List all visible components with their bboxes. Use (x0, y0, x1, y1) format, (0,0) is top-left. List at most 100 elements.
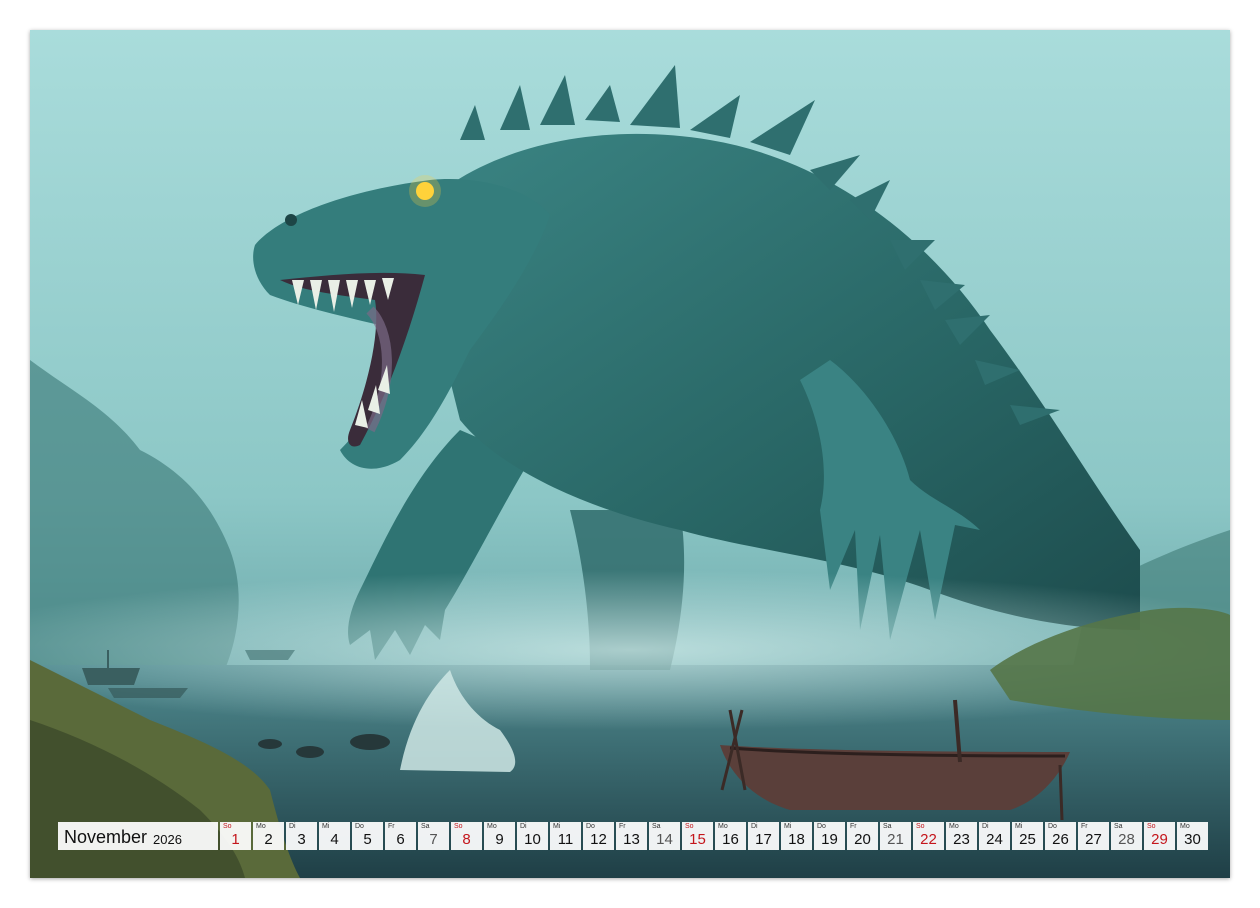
day-number: 28 (1118, 831, 1135, 848)
calendar-page: November 2026 So 1 Mo 2 Di 3 Mi 4 Do 5 Fr 6 Sa 7 So 8 Mo… (0, 0, 1260, 908)
day-number: 7 (429, 831, 438, 848)
month-label: November 2026 (58, 822, 218, 850)
weekday-label: Mi (784, 823, 792, 830)
day-cell: Do 19 (814, 822, 845, 850)
day-number: 20 (854, 831, 871, 848)
weekday-label: Sa (1114, 823, 1123, 830)
weekday-label: Do (817, 823, 826, 830)
day-number: 5 (363, 831, 372, 848)
photo-illustration (30, 30, 1230, 878)
day-number: 18 (788, 831, 805, 848)
weekday-label: Fr (619, 823, 626, 830)
rock (350, 734, 390, 750)
weekday-label: Do (355, 823, 364, 830)
day-cell: Mo 16 (715, 822, 746, 850)
weekday-label: Di (982, 823, 989, 830)
monster-nostril (285, 214, 297, 226)
day-cell: Di 10 (517, 822, 548, 850)
day-number: 2 (264, 831, 273, 848)
day-cell: Di 3 (286, 822, 317, 850)
day-number: 11 (557, 831, 574, 848)
day-number: 22 (920, 831, 937, 848)
day-cell: Mo 2 (253, 822, 284, 850)
day-number: 1 (231, 831, 240, 848)
day-cell: Do 26 (1045, 822, 1076, 850)
day-cell: Fr 13 (616, 822, 647, 850)
weekday-label: So (916, 823, 925, 830)
weekday-label: Mi (1015, 823, 1023, 830)
day-cell: So 22 (913, 822, 944, 850)
day-cell: Sa 14 (649, 822, 680, 850)
weekday-label: Mo (949, 823, 959, 830)
distant-boat-1 (82, 668, 140, 685)
day-number: 19 (821, 831, 838, 848)
weekday-label: Mo (487, 823, 497, 830)
weekday-label: Mo (718, 823, 728, 830)
weekday-label: So (223, 823, 232, 830)
day-cell: So 15 (682, 822, 713, 850)
day-cell: Do 12 (583, 822, 614, 850)
day-number: 30 (1184, 831, 1201, 848)
day-number: 27 (1085, 831, 1102, 848)
day-cell: Mo 23 (946, 822, 977, 850)
day-number: 6 (396, 831, 405, 848)
weekday-label: Di (289, 823, 296, 830)
day-cell: Mi 4 (319, 822, 350, 850)
day-cell: Mi 25 (1012, 822, 1043, 850)
day-number: 12 (590, 831, 607, 848)
month-name: November (64, 827, 148, 847)
day-cell: Sa 7 (418, 822, 449, 850)
day-cell: Sa 28 (1111, 822, 1142, 850)
weekday-label: Mi (553, 823, 561, 830)
day-cell: Sa 21 (880, 822, 911, 850)
day-cell: Fr 27 (1078, 822, 1109, 850)
day-number: 14 (656, 831, 673, 848)
day-number: 21 (887, 831, 904, 848)
weekday-label: Sa (421, 823, 430, 830)
day-number: 10 (524, 831, 541, 848)
day-cell: So 8 (451, 822, 482, 850)
calendar-strip: November 2026 So 1 Mo 2 Di 3 Mi 4 Do 5 Fr 6 Sa 7 So 8 Mo… (58, 822, 1208, 850)
day-number: 23 (953, 831, 970, 848)
weekday-label: Fr (1081, 823, 1088, 830)
day-cell: Di 24 (979, 822, 1010, 850)
weekday-label: So (1147, 823, 1156, 830)
weekday-label: Mo (1180, 823, 1190, 830)
day-number: 24 (986, 831, 1003, 848)
weekday-label: Di (751, 823, 758, 830)
day-cell: So 29 (1144, 822, 1175, 850)
day-number: 15 (689, 831, 706, 848)
weekday-label: Do (586, 823, 595, 830)
day-number: 3 (297, 831, 306, 848)
day-number: 16 (722, 831, 739, 848)
weekday-label: So (685, 823, 694, 830)
day-cell: Do 5 (352, 822, 383, 850)
day-number: 25 (1019, 831, 1036, 848)
year: 2026 (153, 832, 182, 847)
day-cell: Fr 6 (385, 822, 416, 850)
day-number: 9 (495, 831, 504, 848)
distant-boat-2 (108, 688, 188, 698)
day-number: 4 (330, 831, 339, 848)
weekday-label: Do (1048, 823, 1057, 830)
day-number: 17 (755, 831, 772, 848)
distant-boat-3 (245, 650, 295, 660)
weekday-label: Sa (883, 823, 892, 830)
day-cell: Mo 30 (1177, 822, 1208, 850)
day-cell: Mi 11 (550, 822, 581, 850)
weekday-label: So (454, 823, 463, 830)
day-cell: Fr 20 (847, 822, 878, 850)
weekday-label: Sa (652, 823, 661, 830)
day-number: 26 (1052, 831, 1069, 848)
day-cell: Mi 18 (781, 822, 812, 850)
weekday-label: Di (520, 823, 527, 830)
weekday-label: Mi (322, 823, 330, 830)
monster-photo (30, 30, 1230, 878)
day-number: 13 (623, 831, 640, 848)
day-number: 8 (462, 831, 471, 848)
weekday-label: Fr (388, 823, 395, 830)
day-number: 29 (1151, 831, 1168, 848)
day-cell: Mo 9 (484, 822, 515, 850)
day-cell: So 1 (220, 822, 251, 850)
weekday-label: Fr (850, 823, 857, 830)
